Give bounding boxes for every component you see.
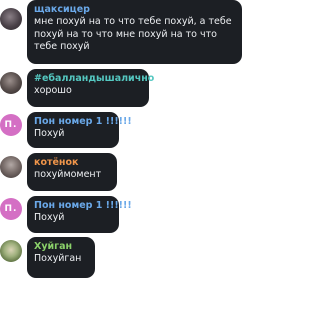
sender-name: щаксицер [34, 4, 90, 15]
message-text: Похуйган [34, 253, 82, 264]
sender-name: Пон номер 1 !!!!!! [34, 116, 132, 127]
avatar-shchaksitser[interactable] [0, 8, 22, 30]
message-bubble[interactable]: Пон номер 1 !!!!!! Похуй [27, 112, 132, 148]
message-bubble[interactable]: Пон номер 1 !!!!!! Похуй [27, 196, 132, 233]
avatar-khuygan[interactable] [0, 240, 22, 262]
sender-name: #ебалландышалично [34, 73, 155, 84]
message-bubble[interactable]: щаксицер мне похуй на то что тебе похуй,… [27, 0, 242, 64]
message-text: похуймомент [34, 169, 102, 180]
message-text: хорошо [34, 85, 72, 96]
sender-name: Пон номер 1 !!!!!! [34, 200, 132, 211]
message-text: мне похуй на то что тебе похуй, а тебе п… [34, 16, 232, 52]
avatar-kotenok[interactable] [0, 156, 22, 178]
message-bubble[interactable]: #ебалландышалично хорошо [27, 69, 155, 107]
avatar-pon-nomer-1[interactable]: П. [0, 114, 22, 136]
message-text: Похуй [34, 212, 65, 223]
message-bubble[interactable]: котёнок похуймомент [27, 153, 117, 191]
message-text: Похуй [34, 128, 65, 139]
avatar-pon-nomer-1[interactable]: П. [0, 198, 22, 220]
avatar-eballandyshalichno[interactable] [0, 72, 22, 94]
message-bubble[interactable]: Хуйган Похуйган [27, 237, 95, 278]
sender-name: Хуйган [34, 241, 73, 252]
sender-name: котёнок [34, 157, 79, 168]
